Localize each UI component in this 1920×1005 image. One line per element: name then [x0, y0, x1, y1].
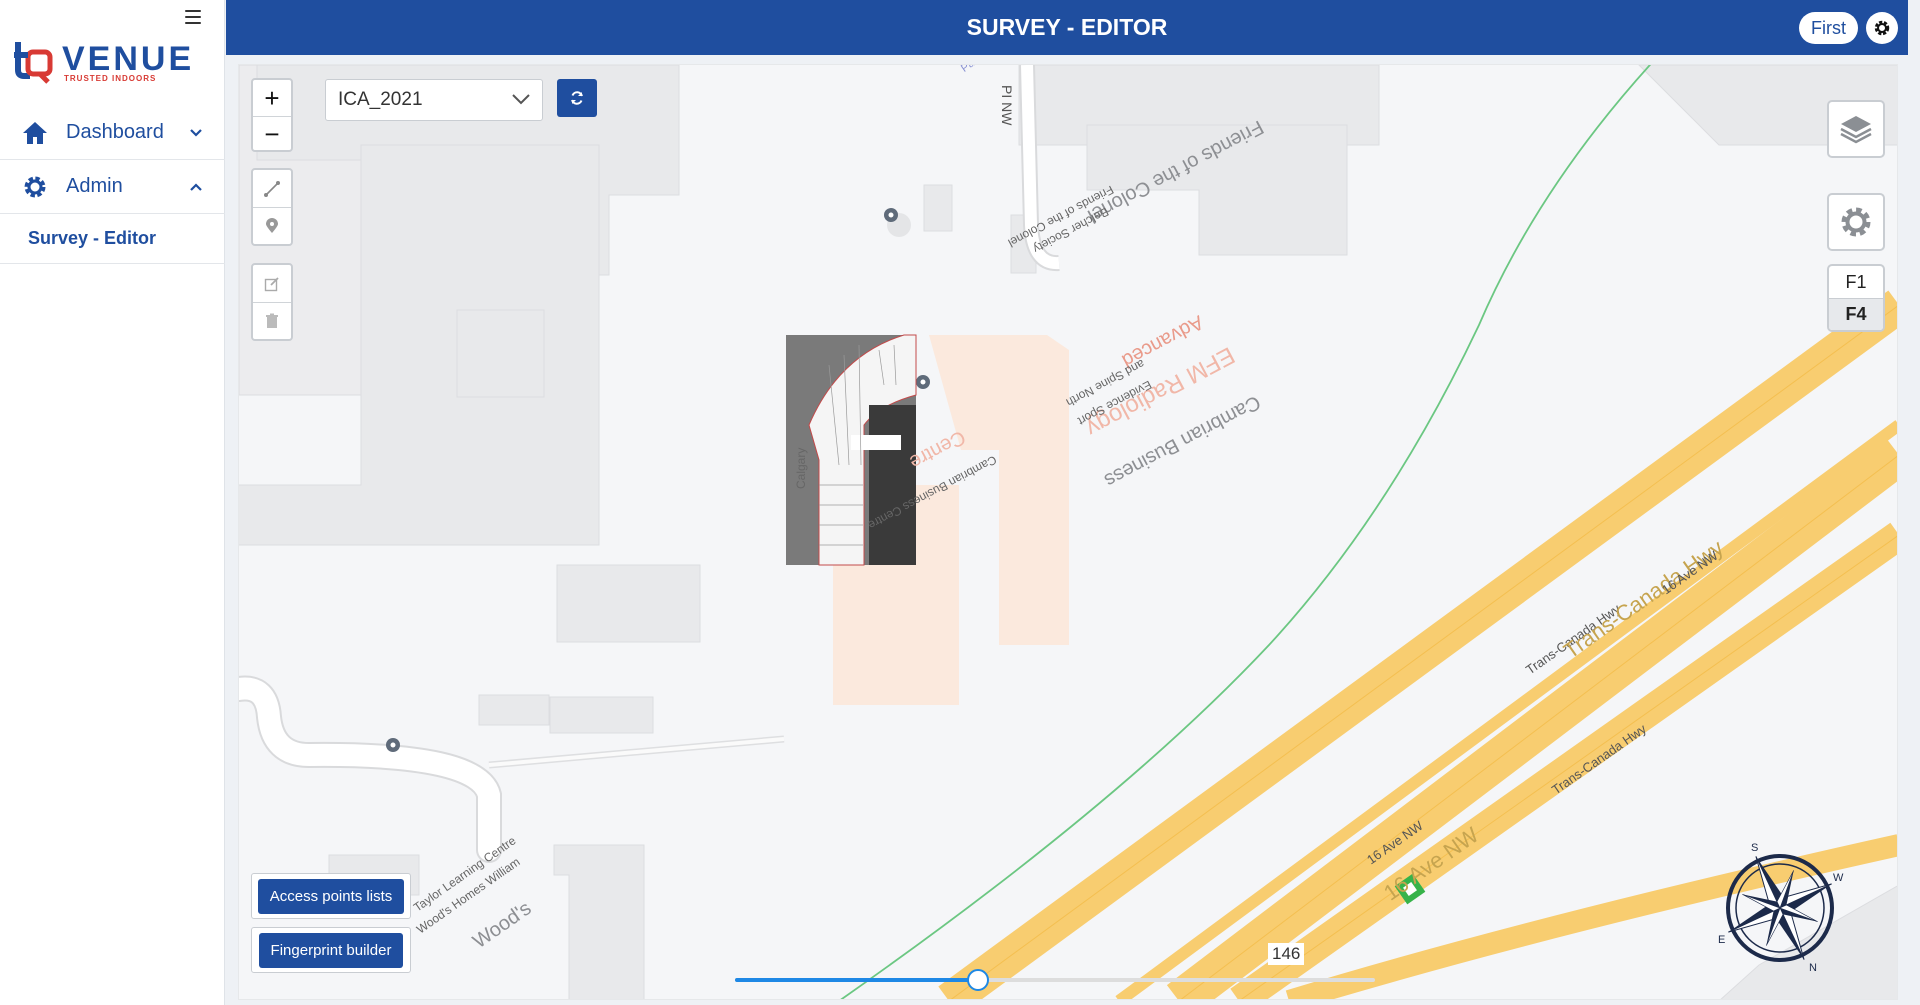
sidebar-item-label: Dashboard: [66, 121, 164, 143]
menu-toggle-icon[interactable]: [185, 10, 201, 24]
draw-controls: [251, 168, 293, 246]
gear-icon: [1841, 207, 1871, 237]
gear-icon: [1874, 20, 1890, 36]
page-title: SURVEY - EDITOR: [966, 14, 1168, 40]
refresh-button[interactable]: [557, 79, 597, 117]
fingerprint-panel: Fingerprint builder: [251, 927, 411, 973]
gear-icon: [20, 172, 50, 202]
floor-option-f4[interactable]: F4: [1829, 298, 1883, 330]
zoom-controls: + −: [251, 78, 293, 152]
access-points-button[interactable]: Access points lists: [257, 878, 405, 914]
home-icon: [20, 118, 50, 148]
edit-controls: [251, 263, 293, 341]
slider-value: 146: [1268, 943, 1305, 965]
sidebar-item-label: Admin: [66, 175, 123, 197]
zoom-in-button[interactable]: +: [253, 80, 291, 116]
access-points-panel: Access points lists: [251, 873, 411, 919]
survey-select[interactable]: ICA_2021: [325, 79, 543, 121]
floor-selector: F1 F4: [1827, 264, 1885, 332]
delete-layers-button[interactable]: [253, 302, 291, 339]
user-button[interactable]: First: [1799, 12, 1858, 44]
chevron-down-icon: [512, 94, 530, 105]
compass-letter-w: W: [1833, 872, 1844, 884]
map-canvas[interactable]: PI NW Friends of the Colonel Belcher Soc…: [238, 64, 1898, 1000]
map-label-street: PI NW: [999, 85, 1015, 126]
sidebar-subitem-label: Survey - Editor: [28, 228, 157, 248]
trash-icon: [266, 313, 278, 328]
venue-logo: VENUE TRUSTED INDOORS: [14, 38, 214, 88]
slider-thumb[interactable]: [967, 969, 989, 991]
brand-tagline: TRUSTED INDOORS: [64, 74, 157, 83]
settings-button[interactable]: [1866, 12, 1898, 44]
sidebar-item-dashboard[interactable]: Dashboard: [0, 106, 225, 160]
sidebar-subitem-survey-editor[interactable]: Survey - Editor: [0, 214, 225, 264]
layers-icon: [1840, 116, 1872, 144]
line-icon: [264, 180, 280, 197]
compass-letter-e: E: [1718, 934, 1725, 946]
map-label-calgary: Calgary: [794, 447, 808, 489]
draw-marker-button[interactable]: [253, 207, 291, 244]
app-root: VENUE TRUSTED INDOORS Dashboard Admin Su…: [0, 0, 1920, 1005]
survey-select-value: ICA_2021: [338, 89, 423, 110]
compass-icon: S W N E: [1718, 843, 1844, 973]
refresh-icon: [571, 91, 583, 105]
logo-mark-icon: [14, 42, 53, 84]
floor-option-f1[interactable]: F1: [1829, 266, 1883, 298]
compass-letter-s: S: [1751, 843, 1758, 854]
layers-button[interactable]: [1827, 100, 1885, 158]
edit-layers-button[interactable]: [253, 265, 291, 302]
edit-icon: [264, 276, 279, 291]
chevron-up-icon: [190, 183, 202, 191]
compass-letter-n: N: [1809, 962, 1817, 973]
top-header: SURVEY - EDITOR First: [226, 0, 1908, 55]
map-pin-icon: [266, 218, 278, 233]
chevron-down-icon: [190, 129, 202, 137]
zoom-out-button[interactable]: −: [253, 116, 291, 152]
fingerprint-builder-button[interactable]: Fingerprint builder: [258, 932, 404, 968]
slider-fill: [735, 978, 978, 982]
sidebar: VENUE TRUSTED INDOORS Dashboard Admin Su…: [0, 0, 225, 1005]
sidebar-item-admin[interactable]: Admin: [0, 160, 225, 214]
map-slider[interactable]: 146: [735, 943, 1375, 999]
draw-line-button[interactable]: [253, 170, 291, 207]
map-settings-button[interactable]: [1827, 193, 1885, 251]
